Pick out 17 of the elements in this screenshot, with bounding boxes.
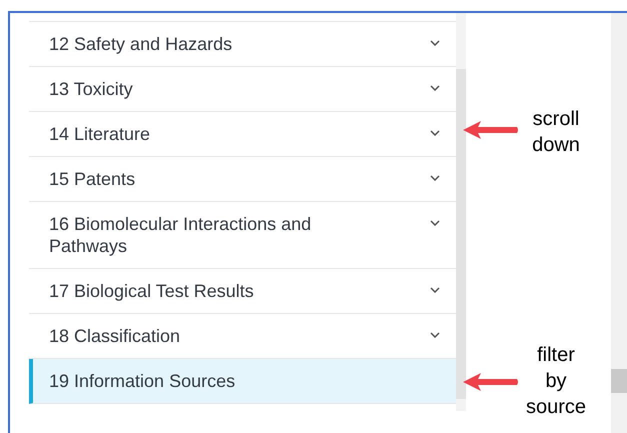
section-title: 19 Information Sources bbox=[49, 370, 236, 392]
section-title: 12 Safety and Hazards bbox=[49, 33, 234, 55]
page-scrollbar-thumb[interactable] bbox=[611, 369, 627, 393]
annotation-label: scroll down bbox=[531, 107, 581, 158]
scrollbar-thumb[interactable] bbox=[456, 69, 466, 399]
section-title: 13 Toxicity bbox=[49, 78, 134, 100]
section-item[interactable]: 19 Information Sources bbox=[29, 359, 456, 404]
scrollbar[interactable] bbox=[456, 13, 466, 411]
section-title: 16 Biomolecular Interactions and Pathways bbox=[49, 213, 312, 257]
section-title: 17 Biological Test Results bbox=[49, 280, 255, 302]
section-title: 15 Patents bbox=[49, 168, 136, 190]
arrow-icon bbox=[463, 372, 519, 392]
arrow-icon bbox=[463, 120, 519, 140]
section-title: 14 Literature bbox=[49, 123, 152, 145]
page-scrollbar[interactable] bbox=[611, 13, 627, 433]
section-title: 18 Classification bbox=[49, 325, 182, 347]
annotation-label: filter by source bbox=[524, 343, 588, 420]
